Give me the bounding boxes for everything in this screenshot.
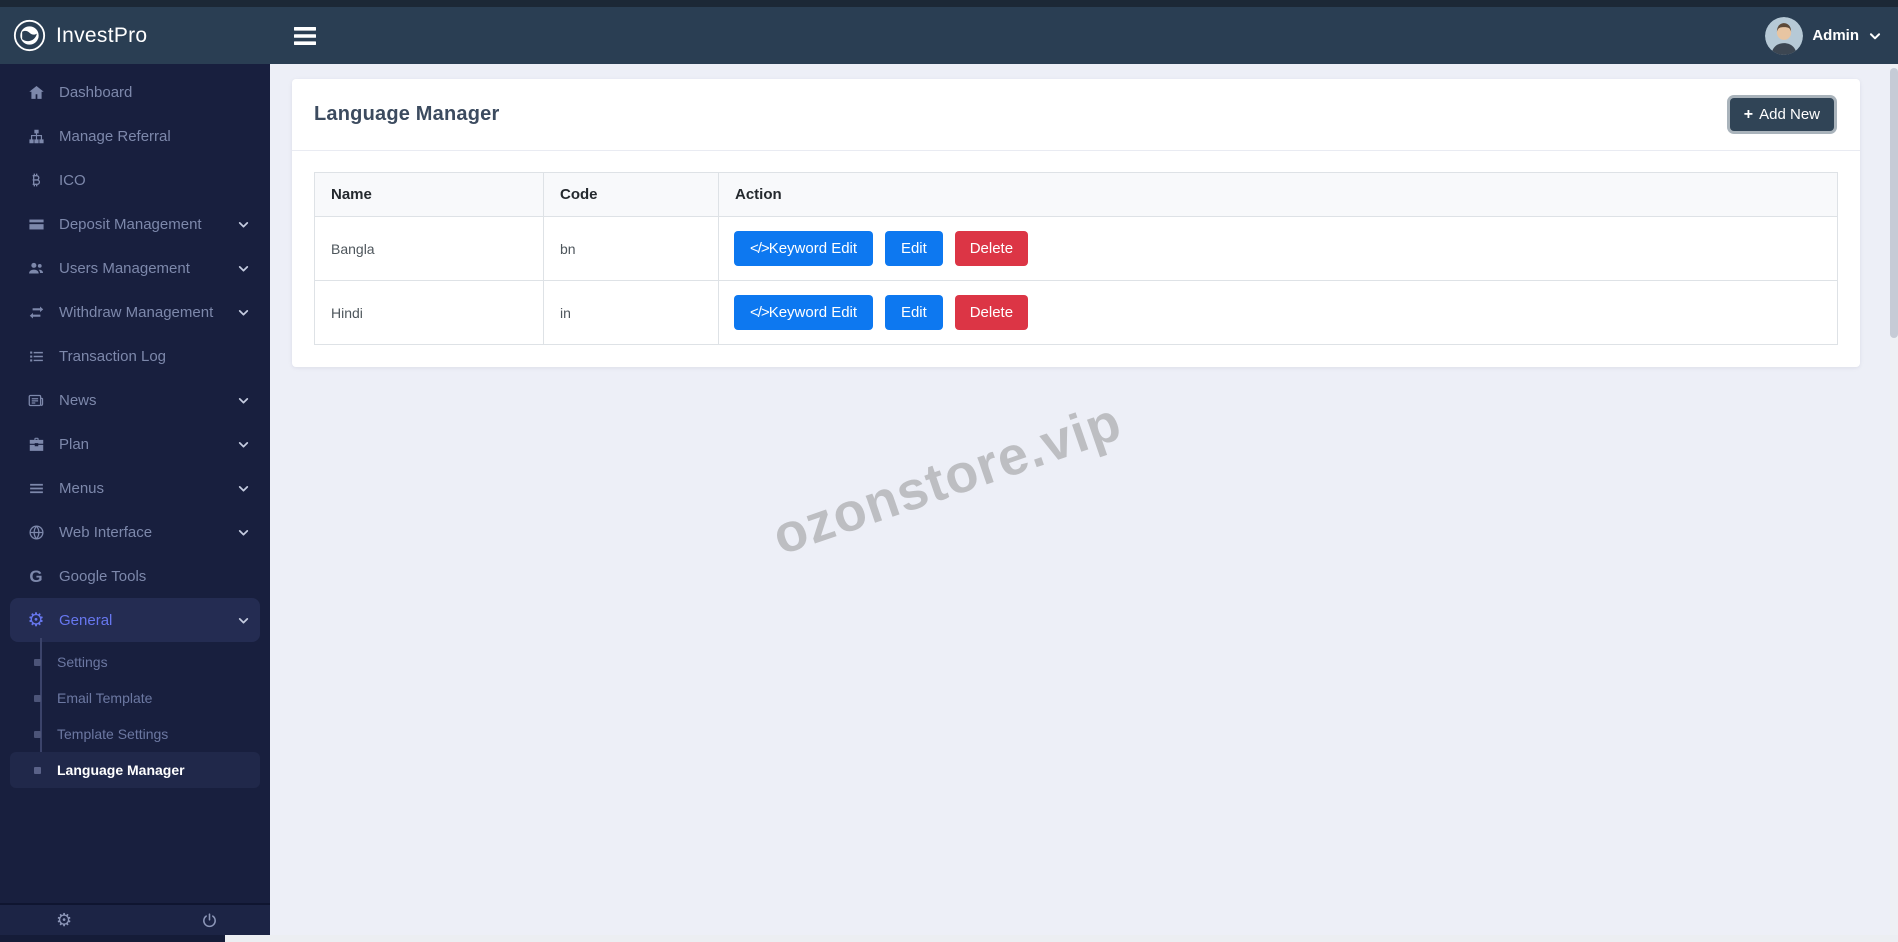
chevron-down-icon xyxy=(237,526,250,539)
sidebar-subitem-language-manager[interactable]: Language Manager xyxy=(10,752,260,788)
sidebar-subitem-settings[interactable]: Settings xyxy=(0,644,270,680)
sidebar-item-dashboard[interactable]: Dashboard xyxy=(0,70,270,114)
horizontal-scrollbar-thumb[interactable] xyxy=(0,935,225,942)
google-icon: G xyxy=(29,566,43,586)
gear-icon[interactable]: ⚙ xyxy=(56,911,72,929)
table-header-row: Name Code Action xyxy=(314,172,1838,217)
edit-button[interactable]: Edit xyxy=(884,295,943,330)
bullet-icon xyxy=(34,694,41,702)
code-icon: </> xyxy=(750,304,770,321)
horizontal-scrollbar[interactable] xyxy=(0,935,1898,942)
newspaper-icon xyxy=(26,392,46,409)
sidebar-item-deposit-management[interactable]: Deposit Management xyxy=(0,202,270,246)
sidebar-subitem-template-settings[interactable]: Template Settings xyxy=(0,716,270,752)
chevron-down-icon xyxy=(237,306,250,319)
sidebar-item-manage-referral[interactable]: Manage Referral xyxy=(0,114,270,158)
brand-logo: InvestPro xyxy=(0,19,270,52)
chevron-down-icon xyxy=(237,218,250,231)
briefcase-icon xyxy=(26,436,46,453)
chevron-down-icon xyxy=(237,614,250,627)
sidebar-toggle-button[interactable] xyxy=(294,26,316,45)
hamburger-icon xyxy=(294,26,316,45)
user-name: Admin xyxy=(1812,27,1859,44)
sidebar-item-google-tools[interactable]: G Google Tools xyxy=(0,554,270,598)
exchange-icon xyxy=(26,304,46,321)
vertical-scrollbar[interactable] xyxy=(1890,64,1898,935)
delete-button[interactable]: Delete xyxy=(954,295,1029,330)
main-content: ozonstore.vip Language Manager + Add New… xyxy=(270,64,1898,942)
action-cell: </>Keyword Edit Edit Delete xyxy=(718,280,1838,345)
table-row: Hindi in </>Keyword Edit Edit Delete xyxy=(314,280,1838,345)
sidebar-item-general[interactable]: ⚙ General xyxy=(10,598,260,642)
table-row: Bangla bn </>Keyword Edit Edit Delete xyxy=(314,216,1838,281)
delete-button[interactable]: Delete xyxy=(954,231,1029,266)
column-header-action: Action xyxy=(718,172,1838,217)
code-icon: </> xyxy=(750,240,770,257)
language-code-cell: bn xyxy=(543,216,719,281)
brand-name: InvestPro xyxy=(56,23,148,47)
chevron-down-icon xyxy=(237,262,250,275)
card-header: Language Manager + Add New xyxy=(292,79,1860,151)
column-header-name: Name xyxy=(314,172,544,217)
plus-icon: + xyxy=(1743,105,1754,123)
globe-logo-icon xyxy=(13,19,46,52)
general-submenu: Settings Email Template Template Setting… xyxy=(0,638,270,788)
keyword-edit-button[interactable]: </>Keyword Edit xyxy=(734,231,874,266)
top-header: InvestPro Admin xyxy=(0,0,1898,64)
bullet-icon xyxy=(34,658,41,666)
bars-icon xyxy=(26,480,46,497)
globe-icon xyxy=(26,524,46,541)
bullet-icon xyxy=(34,766,41,774)
action-cell: </>Keyword Edit Edit Delete xyxy=(718,216,1838,281)
sidebar-item-transaction-log[interactable]: Transaction Log xyxy=(0,334,270,378)
language-code-cell: in xyxy=(543,280,719,345)
sitemap-icon xyxy=(26,128,46,145)
bitcoin-icon xyxy=(26,172,46,188)
chevron-down-icon xyxy=(1868,29,1882,43)
page-title: Language Manager xyxy=(314,103,500,125)
watermark: ozonstore.vip xyxy=(765,391,1129,567)
avatar xyxy=(1765,16,1804,55)
sidebar-item-web-interface[interactable]: Web Interface xyxy=(0,510,270,554)
credit-card-icon xyxy=(26,216,46,233)
edit-button[interactable]: Edit xyxy=(884,231,943,266)
vertical-scrollbar-thumb[interactable] xyxy=(1890,68,1898,338)
keyword-edit-button[interactable]: </>Keyword Edit xyxy=(734,295,874,330)
sidebar-item-plan[interactable]: Plan xyxy=(0,422,270,466)
column-header-code: Code xyxy=(543,172,719,217)
sidebar-item-withdraw-management[interactable]: Withdraw Management xyxy=(0,290,270,334)
language-name-cell: Hindi xyxy=(314,280,544,345)
card-body: Name Code Action Bangla bn </>Keyword Ed… xyxy=(292,151,1860,367)
users-icon xyxy=(26,260,46,277)
sidebar-nav: Dashboard Manage Referral ICO Deposit Ma… xyxy=(0,64,270,788)
sidebar-subitem-email-template[interactable]: Email Template xyxy=(0,680,270,716)
add-new-button[interactable]: + Add New xyxy=(1729,98,1834,131)
power-icon[interactable] xyxy=(201,912,218,929)
language-name-cell: Bangla xyxy=(314,216,544,281)
chevron-down-icon xyxy=(237,482,250,495)
sidebar-footer: ⚙ xyxy=(0,903,270,935)
user-menu[interactable]: Admin xyxy=(1765,16,1882,55)
chevron-down-icon xyxy=(237,394,250,407)
sidebar-item-news[interactable]: News xyxy=(0,378,270,422)
sidebar-item-ico[interactable]: ICO xyxy=(0,158,270,202)
languages-table: Name Code Action Bangla bn </>Keyword Ed… xyxy=(314,172,1838,345)
list-icon xyxy=(26,348,46,365)
bullet-icon xyxy=(34,730,41,738)
language-manager-card: Language Manager + Add New Name Code Act… xyxy=(292,79,1860,367)
home-icon xyxy=(26,84,46,101)
sidebar: Dashboard Manage Referral ICO Deposit Ma… xyxy=(0,64,270,942)
chevron-down-icon xyxy=(237,438,250,451)
sidebar-item-menus[interactable]: Menus xyxy=(0,466,270,510)
sidebar-item-users-management[interactable]: Users Management xyxy=(0,246,270,290)
gear-icon: ⚙ xyxy=(27,609,45,631)
